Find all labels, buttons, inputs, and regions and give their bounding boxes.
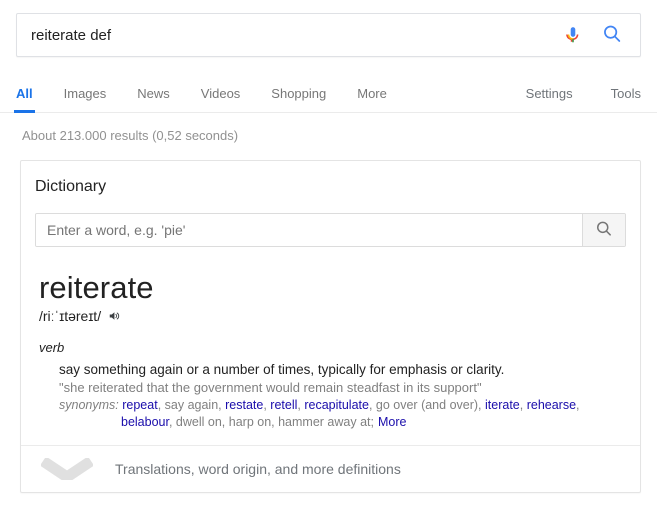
definition-text: say something again or a number of times… xyxy=(59,361,626,378)
dictionary-word-input[interactable] xyxy=(36,214,582,246)
synonyms-line-2-wrap: belabour, dwell on, harp on, hammer away… xyxy=(121,414,626,431)
synonym-text: , xyxy=(158,398,165,412)
expand-more-label: Translations, word origin, and more defi… xyxy=(115,461,401,477)
search-icon[interactable] xyxy=(601,23,623,47)
dictionary-search-button[interactable] xyxy=(582,214,625,246)
synonym-text: ; xyxy=(371,415,374,429)
search-box-icons xyxy=(562,23,640,47)
synonym-link[interactable]: belabour xyxy=(121,415,169,429)
tab-shopping[interactable]: Shopping xyxy=(271,87,326,112)
nav-tabs-right: Settings Tools xyxy=(488,87,641,112)
search-icon xyxy=(594,219,614,242)
expand-more-definitions-row[interactable]: Translations, word origin, and more defi… xyxy=(21,445,640,492)
phonetic-transcription: /riːˈɪtəreɪt/ xyxy=(39,308,101,324)
speaker-icon[interactable] xyxy=(107,309,123,323)
synonym-link[interactable]: rehearse xyxy=(527,398,576,412)
dictionary-body: Dictionary reiterate /riːˈɪtəreɪt/ xyxy=(21,161,640,445)
synonyms-block: synonyms: repeat, say again, restate, re… xyxy=(59,397,626,431)
synonym-text: , xyxy=(576,398,579,412)
dictionary-title: Dictionary xyxy=(35,175,626,196)
result-stats: About 213.000 results (0,52 seconds) xyxy=(0,113,657,143)
chevron-down-icon xyxy=(41,458,93,480)
synonym-link[interactable]: restate xyxy=(225,398,263,412)
synonyms-line-2: belabour, dwell on, harp on, hammer away… xyxy=(121,415,374,429)
synonym-text: go over (and over) xyxy=(376,398,478,412)
dictionary-search-row[interactable] xyxy=(35,213,626,247)
sense-block: say something again or a number of times… xyxy=(59,361,626,431)
synonym-text: , xyxy=(222,415,229,429)
search-input[interactable] xyxy=(17,14,562,56)
synonym-text: hammer away at xyxy=(278,415,370,429)
synonyms-label: synonyms: xyxy=(59,398,119,412)
synonym-link[interactable]: retell xyxy=(270,398,297,412)
tab-videos[interactable]: Videos xyxy=(201,87,241,112)
synonym-link[interactable]: iterate xyxy=(485,398,520,412)
search-header xyxy=(0,0,657,57)
settings-button[interactable]: Settings xyxy=(526,87,573,112)
microphone-icon[interactable] xyxy=(562,23,584,47)
tab-all[interactable]: All xyxy=(16,87,33,112)
synonyms-line-1: repeat, say again, restate, retell, reca… xyxy=(122,398,579,412)
synonyms-more-link[interactable]: More xyxy=(378,415,406,429)
synonym-link[interactable]: repeat xyxy=(122,398,157,412)
synonym-link[interactable]: recapitulate xyxy=(304,398,369,412)
synonym-text: say again xyxy=(165,398,219,412)
navigation-tabs: All Images News Videos Shopping More Set… xyxy=(0,75,657,113)
synonym-text: harp on xyxy=(229,415,271,429)
headword: reiterate xyxy=(39,270,626,306)
tools-button[interactable]: Tools xyxy=(611,87,641,112)
nav-tabs-left: All Images News Videos Shopping More xyxy=(16,87,488,112)
synonym-text: , xyxy=(520,398,527,412)
tab-more[interactable]: More xyxy=(357,87,387,112)
tab-images[interactable]: Images xyxy=(64,87,107,112)
pronunciation-row: /riːˈɪtəreɪt/ xyxy=(39,308,626,324)
dictionary-card: Dictionary reiterate /riːˈɪtəreɪt/ xyxy=(20,160,641,493)
synonym-text: dwell on xyxy=(176,415,222,429)
tab-news[interactable]: News xyxy=(137,87,170,112)
synonym-text: , xyxy=(478,398,485,412)
search-box[interactable] xyxy=(16,13,641,57)
synonym-text: , xyxy=(169,415,176,429)
example-sentence: "she reiterated that the government woul… xyxy=(59,379,626,396)
part-of-speech: verb xyxy=(39,340,626,355)
synonym-text: , xyxy=(369,398,376,412)
